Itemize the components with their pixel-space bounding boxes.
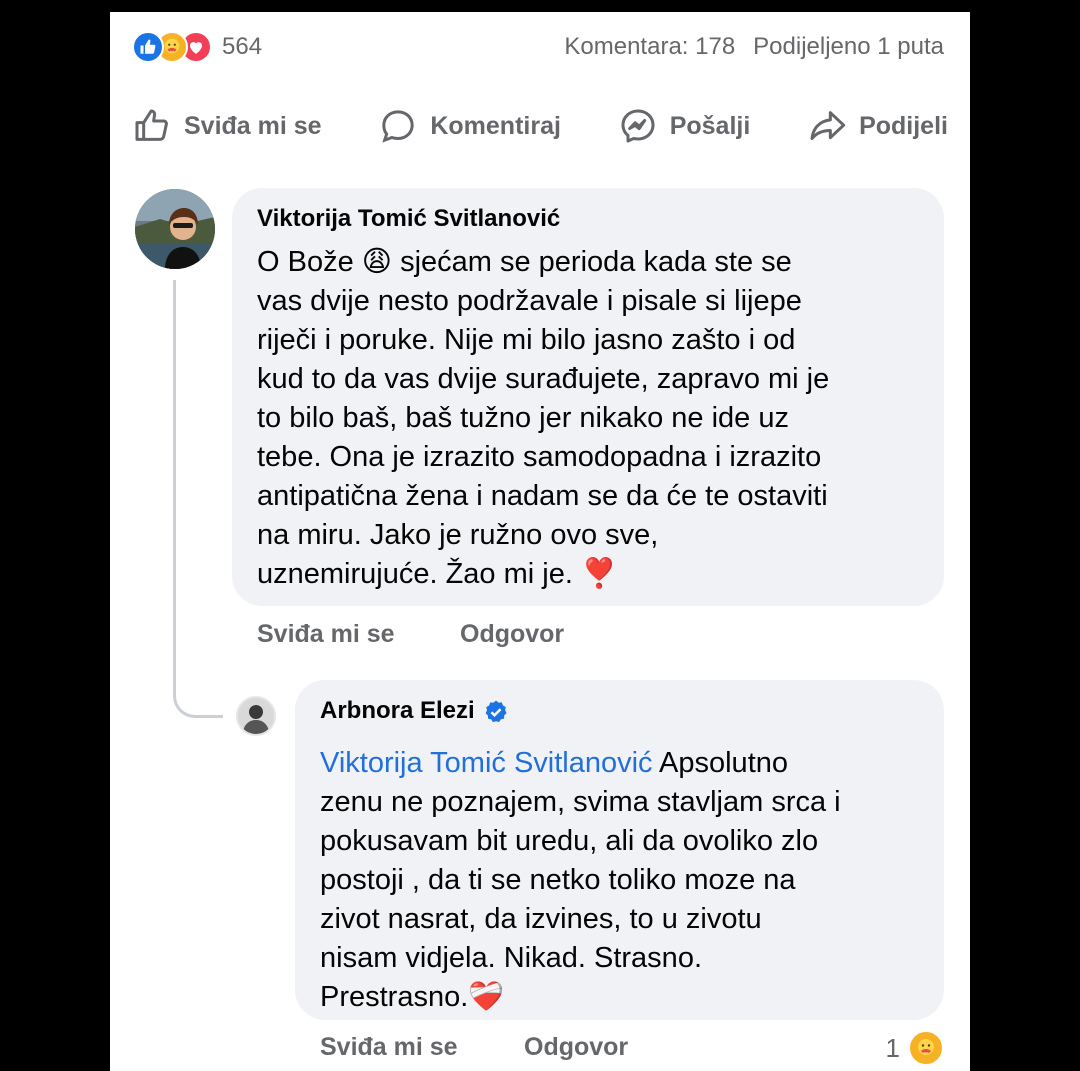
send-button-label: Pošalji [669, 111, 751, 140]
post-stats: Komentara: 178 Podijeljeno 1 puta [546, 30, 944, 64]
avatar[interactable] [135, 189, 215, 269]
care-reaction-icon [908, 1030, 944, 1066]
heart-exclamation-emoji: ❣️ [580, 558, 618, 590]
comment-reply-link[interactable]: Odgovor [460, 620, 564, 649]
reply-reaction-number: 1 [885, 1032, 900, 1063]
verified-badge-icon [485, 700, 507, 722]
weary-face-emoji: 😩 [361, 246, 393, 278]
messenger-icon [621, 109, 655, 143]
post-card: 564 Komentara: 178 Podijeljeno 1 puta Sv… [110, 12, 970, 1071]
comment-button[interactable]: Komentiraj [378, 106, 561, 146]
comments-count[interactable]: Komentara: 178 [564, 33, 735, 61]
thumbs-up-icon [135, 109, 168, 141]
share-arrow-icon [810, 111, 846, 140]
reply-avatar[interactable] [236, 696, 276, 736]
reply-reaction-count[interactable]: 1 [886, 1030, 944, 1066]
comment-text-intro: O Bože [257, 246, 362, 278]
comment-author[interactable]: Viktorija Tomić Svitlanović [257, 205, 560, 233]
shares-count[interactable]: Podijeljeno 1 puta [753, 33, 944, 61]
action-bar: Sviđa mi se Komentiraj Pošalji Podijeli [132, 104, 948, 148]
reply-author-name[interactable]: Arbnora Elezi [320, 697, 475, 724]
comment-like-link[interactable]: Sviđa mi se [257, 620, 395, 649]
comment-text-body: sjećam se perioda kada ste se vas dvije … [257, 246, 830, 590]
reply-like-link[interactable]: Sviđa mi se [320, 1033, 458, 1062]
share-button[interactable]: Podijeli [807, 106, 948, 146]
reply-reply-link[interactable]: Odgovor [524, 1033, 628, 1062]
comment-bubble: Viktorija Tomić Svitlanović O Bože 😩 sje… [232, 188, 944, 606]
like-button-label: Sviđa mi se [184, 111, 322, 140]
send-button[interactable]: Pošalji [618, 106, 751, 146]
comment-bubble-icon [382, 110, 415, 143]
reactions-summary[interactable]: 564 [132, 30, 262, 64]
mending-heart-emoji: ❤️‍🩹 [468, 981, 505, 1013]
comment-text: O Bože 😩 sjećam se perioda kada ste se v… [257, 243, 829, 594]
like-reaction-icon [132, 31, 164, 63]
comment-button-label: Komentiraj [430, 111, 561, 140]
like-button[interactable]: Sviđa mi se [132, 106, 322, 146]
reaction-count: 564 [222, 33, 263, 60]
reply-thread-line [173, 280, 223, 718]
share-button-label: Podijeli [859, 111, 948, 140]
reply-text: Viktorija Tomić Svitlanović Apsolutno ze… [320, 744, 841, 1017]
reply-bubble: Arbnora Elezi Viktorija Tomić Svitlanovi… [295, 680, 944, 1020]
reply-author: Arbnora Elezi [320, 697, 509, 725]
reply-text-body: Apsolutno zenu ne poznajem, svima stavlj… [320, 747, 841, 1013]
mention-link[interactable]: Viktorija Tomić Svitlanović [320, 747, 653, 779]
